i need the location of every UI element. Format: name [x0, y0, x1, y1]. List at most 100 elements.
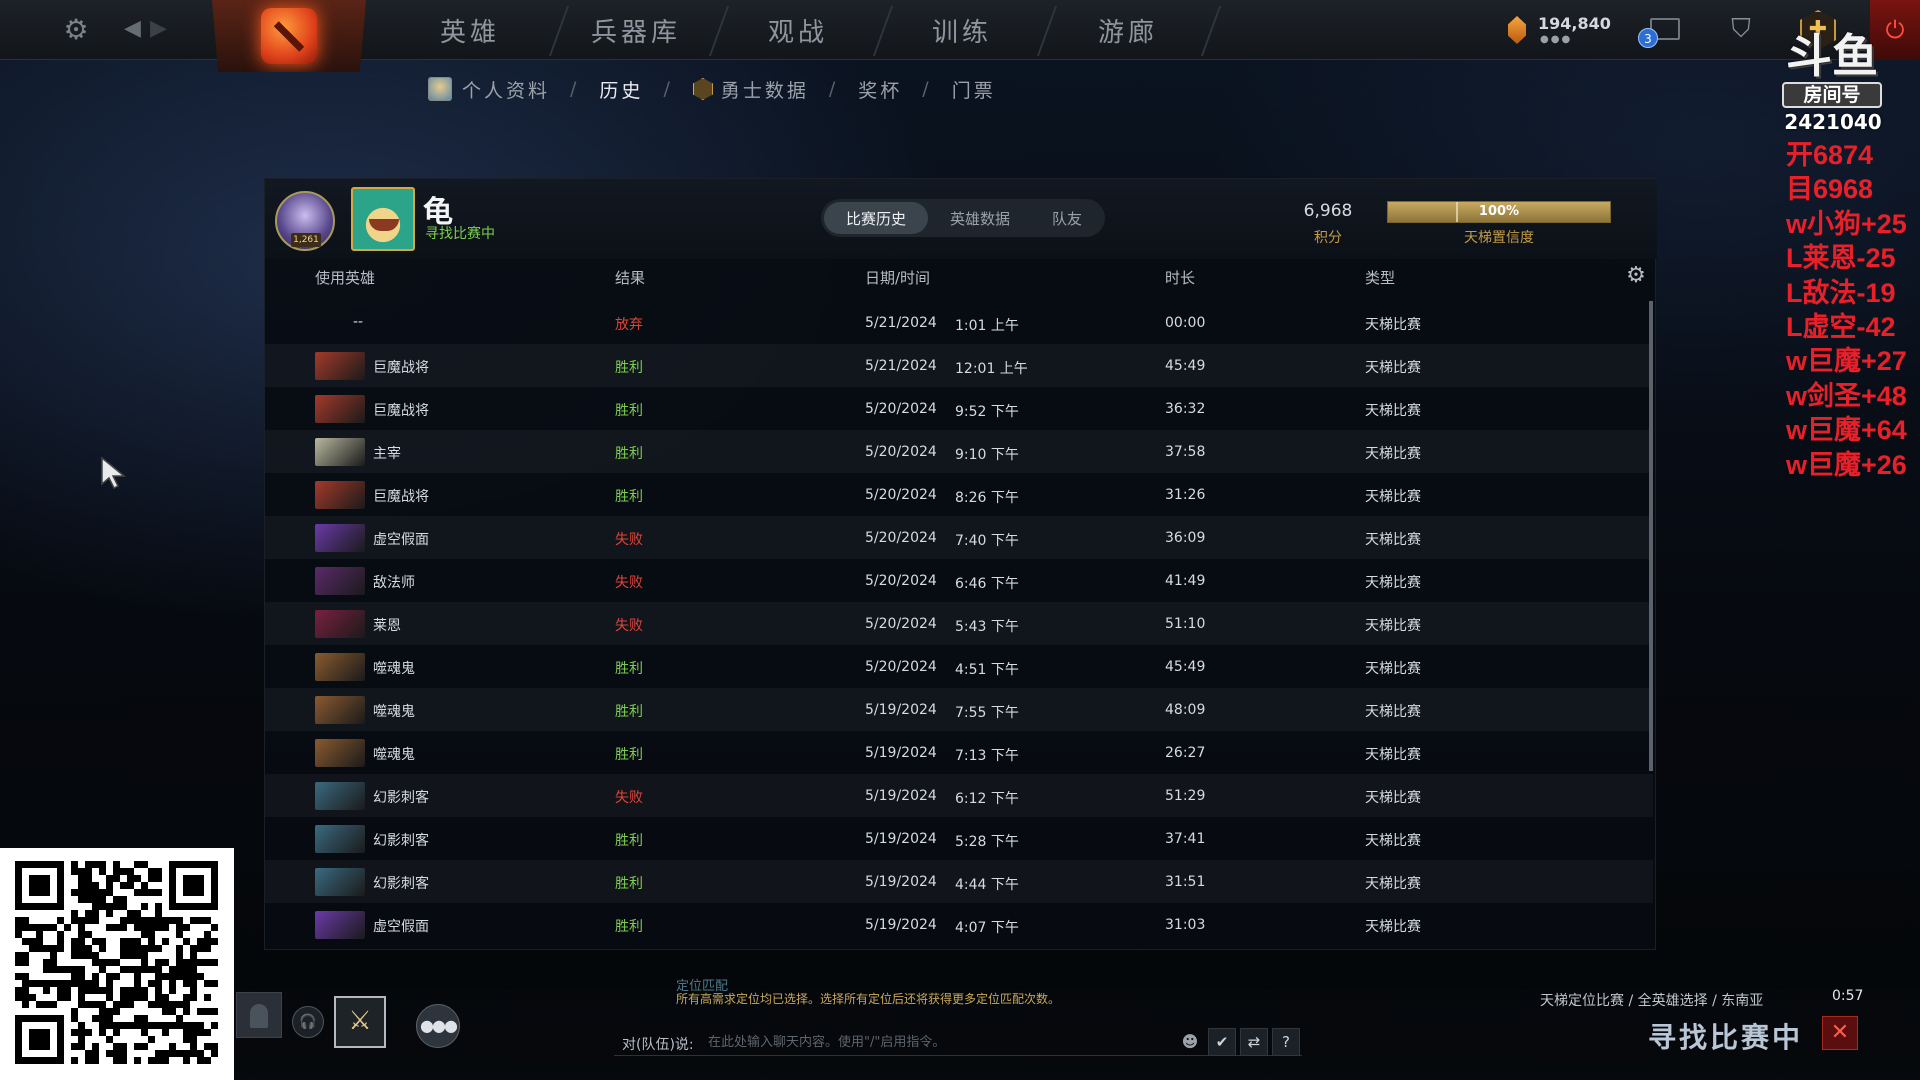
- table-row[interactable]: 幻影刺客 失败 5/19/2024 6:12 下午 51:29 天梯比赛: [265, 774, 1653, 817]
- match-time: 5:43 下午: [955, 619, 1019, 635]
- table-row[interactable]: 敌法师 失败 5/20/2024 6:46 下午 41:49 天梯比赛: [265, 559, 1653, 602]
- scrollbar[interactable]: [1649, 301, 1653, 771]
- match-duration: 31:26: [1165, 487, 1206, 503]
- dota-logo-icon: [261, 8, 317, 64]
- table-row[interactable]: 虚空假面 失败 5/20/2024 7:40 下午 36:09 天梯比赛: [265, 516, 1653, 559]
- column-header-type[interactable]: 类型: [1365, 267, 1395, 288]
- person-icon: [250, 1004, 268, 1028]
- table-row[interactable]: 幻影刺客 胜利 5/19/2024 4:44 下午 31:51 天梯比赛: [265, 860, 1653, 903]
- tab-learn[interactable]: 训练: [882, 0, 1042, 60]
- chat-channel-label[interactable]: 对(队伍)说:: [622, 1034, 694, 1054]
- tab-arcade[interactable]: 游廊: [1048, 0, 1208, 60]
- match-time: 6:12 下午: [955, 791, 1019, 807]
- table-row[interactable]: 主宰 胜利 5/20/2024 9:10 下午 37:58 天梯比赛: [265, 430, 1653, 473]
- column-header-hero[interactable]: 使用英雄: [315, 267, 375, 288]
- match-date: 5/20/2024: [865, 573, 937, 589]
- match-time: 4:51 下午: [955, 662, 1019, 678]
- hero-portrait-icon: [315, 481, 365, 509]
- match-duration: 00:00: [1165, 315, 1206, 331]
- hero-portrait-icon: [315, 438, 365, 466]
- subnav-history[interactable]: 历史: [599, 76, 643, 103]
- tab-armory[interactable]: 兵器库: [556, 0, 716, 60]
- match-date: 5/20/2024: [865, 487, 937, 503]
- subnav-hero-stats[interactable]: 勇士数据: [692, 76, 809, 103]
- dota-logo-button[interactable]: [212, 0, 366, 72]
- find-match-button[interactable]: 寻找比赛中: [1640, 1008, 1920, 1056]
- overlay-line: L敌法-19: [1786, 277, 1896, 308]
- tab-match-history[interactable]: 比赛历史: [824, 202, 928, 234]
- rank-medal-icon: 1,261: [275, 191, 335, 251]
- table-row[interactable]: 噬魂鬼 胜利 5/20/2024 4:51 下午 45:49 天梯比赛: [265, 645, 1653, 688]
- column-header-duration[interactable]: 时长: [1165, 267, 1195, 288]
- tab-heroes[interactable]: 英雄: [390, 0, 550, 60]
- notification-badge: 3: [1638, 28, 1658, 48]
- hero-portrait-icon: [315, 395, 365, 423]
- ranked-role-icon[interactable]: ⚔: [334, 996, 386, 1048]
- chat-wheel-icon[interactable]: ⇄: [1240, 1028, 1268, 1056]
- match-result: 胜利: [615, 403, 643, 419]
- tab-teammates[interactable]: 队友: [1032, 202, 1102, 234]
- match-result: 失败: [615, 790, 643, 806]
- match-date: 5/20/2024: [865, 401, 937, 417]
- chat-input[interactable]: [708, 1030, 1148, 1054]
- match-type: 天梯比赛: [1365, 876, 1421, 892]
- avatar[interactable]: [351, 187, 415, 251]
- table-row[interactable]: 幻影刺客 胜利 5/19/2024 5:28 下午 37:41 天梯比赛: [265, 817, 1653, 860]
- subnav-tickets[interactable]: 门票: [952, 76, 996, 103]
- party-icon[interactable]: ●●●: [416, 1004, 460, 1048]
- stream-score-overlay: 开6874 目6968 w小狗+25 L莱恩-25 L敌法-19 L虚空-42 …: [1786, 138, 1920, 482]
- separator: /: [922, 78, 932, 100]
- match-time: 8:26 下午: [955, 490, 1019, 506]
- hero-name: 主宰: [373, 446, 401, 462]
- table-row[interactable]: 噬魂鬼 胜利 5/19/2024 7:13 下午 26:27 天梯比赛: [265, 731, 1653, 774]
- match-type: 天梯比赛: [1365, 618, 1421, 634]
- match-type: 天梯比赛: [1365, 575, 1421, 591]
- headset-icon[interactable]: 🎧: [292, 1006, 324, 1038]
- arrow-right-icon[interactable]: ▶: [150, 14, 174, 44]
- match-type: 天梯比赛: [1365, 532, 1421, 548]
- match-type: 天梯比赛: [1365, 704, 1421, 720]
- overlay-line: 目6968: [1786, 174, 1874, 205]
- table-row[interactable]: 噬魂鬼 胜利 5/19/2024 7:55 下午 48:09 天梯比赛: [265, 688, 1653, 731]
- column-header-result[interactable]: 结果: [615, 267, 645, 288]
- stream-logo: 斗鱼: [1786, 29, 1878, 83]
- help-button[interactable]: ?: [1272, 1028, 1300, 1056]
- match-result: 胜利: [615, 489, 643, 505]
- overlay-line: w巨魔+27: [1786, 346, 1907, 377]
- hero-portrait-icon: [315, 868, 365, 896]
- hero-portrait-icon: [315, 610, 365, 638]
- tab-hero-data[interactable]: 英雄数据: [928, 202, 1032, 234]
- table-row[interactable]: 莱恩 失败 5/20/2024 5:43 下午 51:10 天梯比赛: [265, 602, 1653, 645]
- player-status: 寻找比赛中: [425, 226, 495, 242]
- tab-watch[interactable]: 观战: [718, 0, 878, 60]
- armory-icon[interactable]: ⛉: [1726, 14, 1756, 46]
- arrow-left-icon[interactable]: ◀: [124, 14, 148, 44]
- hero-portrait-icon: [315, 696, 365, 724]
- match-duration: 26:27: [1165, 745, 1206, 761]
- column-header-datetime[interactable]: 日期/时间: [865, 267, 930, 288]
- profile-subnav: 个人资料 / 历史 / 勇士数据 / 奖杯 / 门票: [428, 74, 996, 104]
- match-duration: 37:41: [1165, 831, 1206, 847]
- subnav-trophies[interactable]: 奖杯: [858, 76, 902, 103]
- match-result: 胜利: [615, 833, 643, 849]
- match-time: 7:13 下午: [955, 748, 1019, 764]
- table-row[interactable]: 虚空假面 胜利 5/19/2024 4:07 下午 31:03 天梯比赛: [265, 903, 1653, 946]
- table-row[interactable]: 巨魔战将 胜利 5/20/2024 9:52 下午 36:32 天梯比赛: [265, 387, 1653, 430]
- table-row[interactable]: 巨魔战将 胜利 5/21/2024 12:01 上午 45:49 天梯比赛: [265, 344, 1653, 387]
- close-icon[interactable]: ✕: [1822, 1016, 1858, 1050]
- table-row[interactable]: 巨魔战将 胜利 5/20/2024 8:26 下午 31:26 天梯比赛: [265, 473, 1653, 516]
- match-time: 7:40 下午: [955, 533, 1019, 549]
- match-result: 胜利: [615, 919, 643, 935]
- match-time: 9:52 下午: [955, 404, 1019, 420]
- table-row[interactable]: -- 放弃 5/21/2024 1:01 上午 00:00 天梯比赛: [265, 301, 1653, 344]
- gear-icon[interactable]: ⚙: [1623, 263, 1649, 289]
- match-result: 胜利: [615, 446, 643, 462]
- emoji-icon[interactable]: ☻: [1180, 1032, 1200, 1052]
- checkmark-icon[interactable]: ✔: [1208, 1028, 1236, 1056]
- gear-icon[interactable]: ⚙: [60, 14, 92, 46]
- confidence-value: 100%: [1478, 204, 1520, 219]
- room-number: 2421040: [1784, 110, 1882, 134]
- subnav-profile[interactable]: 个人资料: [428, 76, 550, 103]
- overlay-line: w小狗+25: [1786, 208, 1907, 239]
- qr-code: [0, 848, 234, 1080]
